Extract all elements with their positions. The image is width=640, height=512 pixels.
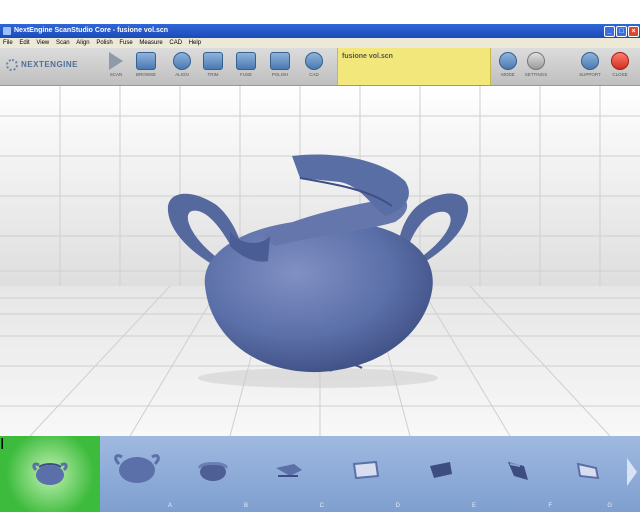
menu-edit[interactable]: Edit [17,38,31,48]
thumbnail-item[interactable]: B [176,436,252,512]
trim-label: Trim [207,72,219,77]
thumbnail-label: A [167,503,172,509]
fragment-thumbnail-icon [508,462,528,480]
menu-polish[interactable]: Polish [94,38,114,48]
logo-text: NEXTENGINE [21,60,79,69]
nextengine-logo: NEXTENGINE [6,56,94,74]
app-icon [3,27,11,35]
folder-icon [136,52,156,70]
fuse-button[interactable]: Fuse [230,52,262,82]
file-name: fusione vol.scn [342,53,393,60]
polish-icon [270,52,290,70]
thumbnail-item[interactable]: F [480,436,556,512]
fragment-thumbnail-icon [576,462,600,480]
align-label: Align [175,72,189,77]
3d-viewport[interactable] [0,86,640,436]
fuse-label: Fuse [239,72,252,77]
settings-icon [527,52,545,70]
thumbnail-label: F [548,503,552,509]
thumbnail-item[interactable]: E [404,436,480,512]
thumbnail-label: C [319,503,324,509]
support-button[interactable]: Support [574,52,606,82]
toolbar: NEXTENGINE Scan Browse Align Trim Fuse P… [0,48,640,86]
maximize-icon[interactable]: □ [616,26,627,37]
menu-align[interactable]: Align [74,38,91,48]
menu-fuse[interactable]: Fuse [117,38,134,48]
align-icon [173,52,191,70]
thumbnail-item[interactable]: G [556,436,616,512]
file-name-panel: fusione vol.scn [337,48,491,85]
scan-thumbnail-strip: I A B C D E F G [0,436,640,512]
logo-gear-icon [6,58,18,71]
minimize-icon[interactable]: _ [604,26,615,37]
browse-label: Browse [135,72,156,77]
support-label: Support [579,72,601,77]
pot-thumbnail-icon [198,462,228,481]
browse-button[interactable]: Browse [130,52,162,82]
play-icon [109,52,123,70]
close-window-icon[interactable]: × [628,26,639,37]
thumbnail-item[interactable]: A [100,436,176,512]
thumbnail-label: E [471,503,476,509]
menu-cad[interactable]: CAD [167,38,184,48]
thumbnail-label: I [0,436,5,453]
help-icon [581,52,599,70]
thumbnail-item[interactable]: C [252,436,328,512]
settings-button[interactable]: Settings [520,52,552,82]
pot-thumbnail-icon [114,454,160,483]
menu-measure[interactable]: Measure [137,38,164,48]
thumbnail-label: B [243,503,248,509]
menu-scan[interactable]: Scan [54,38,72,48]
thumbnail-label: G [607,503,612,509]
polish-label: Polish [271,72,289,77]
thumbnail-active[interactable]: I [0,436,100,512]
close-icon [611,52,629,70]
thumbnail-item[interactable]: D [328,436,404,512]
fragment-thumbnail-icon [276,464,302,477]
cad-label: CAD [309,72,319,77]
align-button[interactable]: Align [166,52,198,82]
app-window: NextEngine ScanStudio Core - fusione vol… [0,24,640,512]
globe-icon [305,52,323,70]
fragment-thumbnail-icon [430,462,452,478]
scan-label: Scan [109,72,123,77]
menu-view[interactable]: View [34,38,51,48]
trim-button[interactable]: Trim [197,52,229,82]
polish-button[interactable]: Polish [264,52,296,82]
trim-icon [203,52,223,70]
mode-icon [499,52,517,70]
close-label: Close [612,72,628,77]
3d-scene [0,86,640,436]
title-bar: NextEngine ScanStudio Core - fusione vol… [0,24,640,38]
pot-thumbnail-icon [32,462,68,485]
scroll-right-arrow-icon[interactable] [627,458,637,486]
close-button[interactable]: Close [604,52,636,82]
window-title: NextEngine ScanStudio Core - fusione vol… [14,27,169,34]
scan-button[interactable]: Scan [100,52,132,82]
menu-help[interactable]: Help [187,38,203,48]
thumbnail-label: D [395,503,400,509]
menu-file[interactable]: File [1,38,15,48]
cube-icon [236,52,256,70]
cad-button[interactable]: CAD [298,52,330,82]
settings-label: Settings [524,72,548,77]
menu-bar: File Edit View Scan Align Polish Fuse Me… [0,38,640,48]
fragment-thumbnail-icon [352,460,380,480]
